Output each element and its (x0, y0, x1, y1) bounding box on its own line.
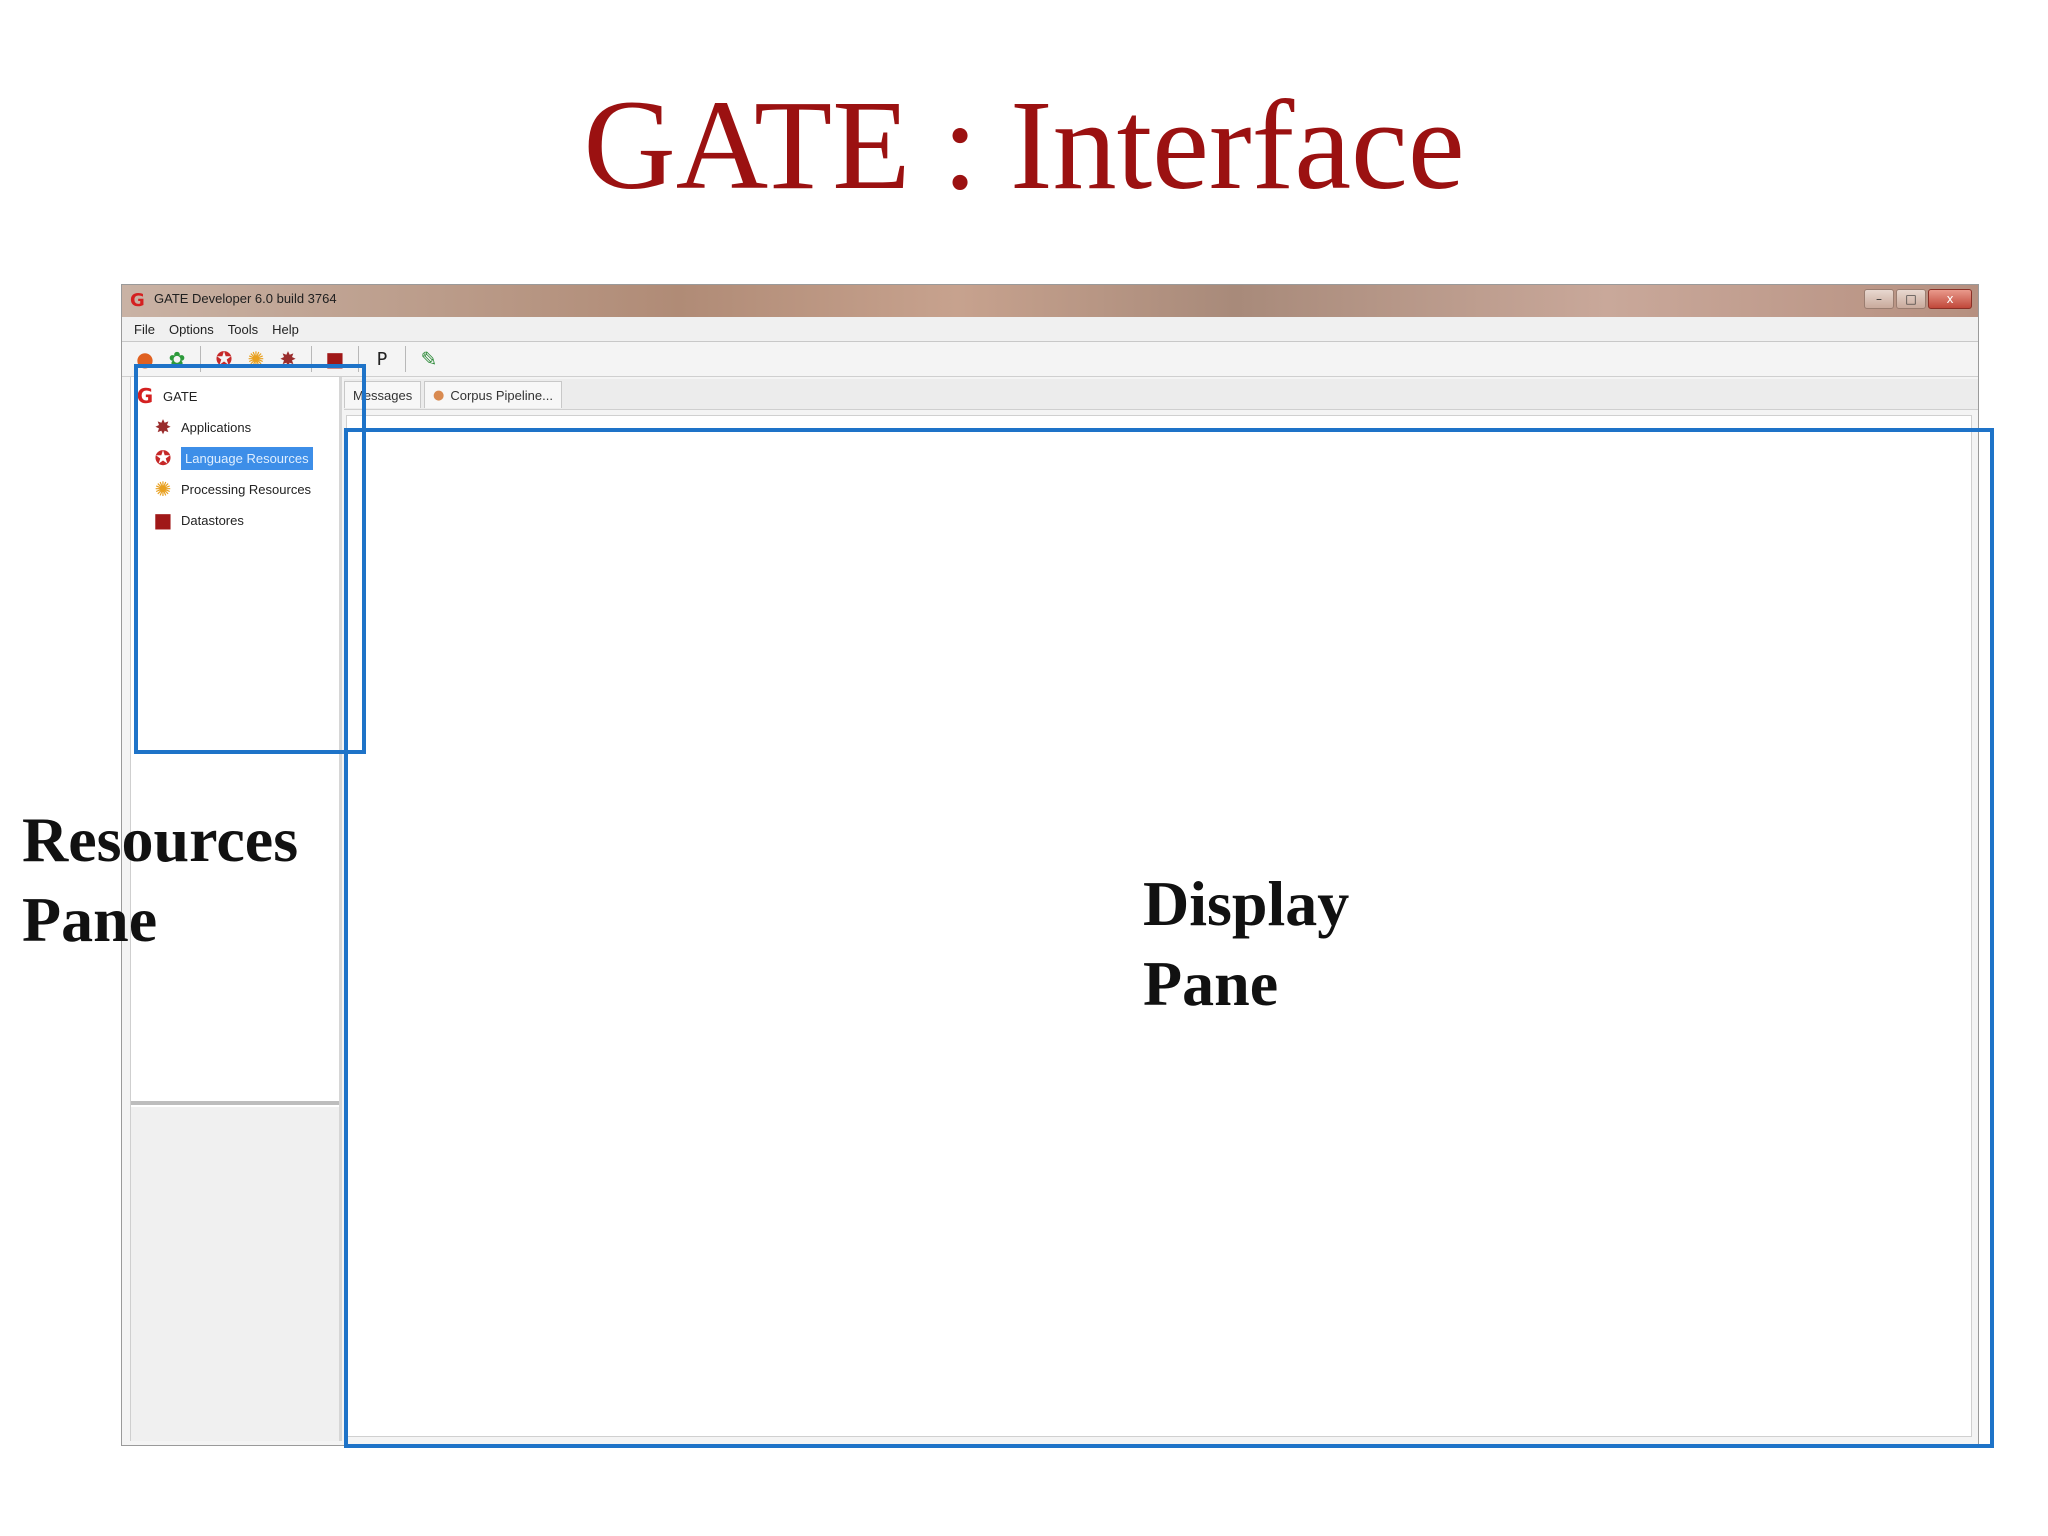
menubar: File Options Tools Help (122, 317, 1978, 342)
menu-help[interactable]: Help (272, 322, 299, 337)
window-title: GATE Developer 6.0 build 3764 (154, 291, 337, 306)
pane-splitter[interactable] (131, 1101, 339, 1105)
tab-corpus-pipeline[interactable]: ● Corpus Pipeline... (424, 381, 562, 408)
display-pane-label-line2: Pane (1143, 948, 1279, 1019)
tab-label: Corpus Pipeline... (450, 387, 553, 403)
close-button[interactable]: x (1928, 289, 1972, 309)
toolbar: ● ✿ ✪ ✺ ✸ ■ P ✎ (122, 342, 1978, 377)
menu-file[interactable]: File (134, 322, 155, 337)
gate-logo-icon: G (130, 290, 145, 311)
window-controls: – □ x (1864, 289, 1972, 309)
resources-pane-label-line2: Pane (22, 884, 158, 955)
resources-pane-highlight (134, 364, 366, 754)
menu-tools[interactable]: Tools (228, 322, 258, 337)
resources-pane-label: Resources Pane (22, 800, 298, 960)
minimize-button[interactable]: – (1864, 289, 1894, 309)
annotation-diff-icon[interactable]: P (369, 346, 395, 372)
toolbar-separator (405, 346, 406, 372)
tab-strip: Messages ● Corpus Pipeline... (344, 379, 1978, 410)
resource-details-pane (131, 1107, 339, 1441)
resources-pane-label-line1: Resources (22, 804, 299, 875)
display-pane-label: Display Pane (1143, 864, 1349, 1024)
window-titlebar[interactable]: G GATE Developer 6.0 build 3764 – □ x (122, 285, 1978, 317)
maximize-button[interactable]: □ (1896, 289, 1926, 309)
edit-icon[interactable]: ✎ (416, 346, 442, 372)
slide-title: GATE : Interface (583, 74, 1465, 216)
menu-options[interactable]: Options (169, 322, 214, 337)
pipeline-icon: ● (433, 387, 445, 403)
display-pane-label-line1: Display (1143, 868, 1350, 939)
